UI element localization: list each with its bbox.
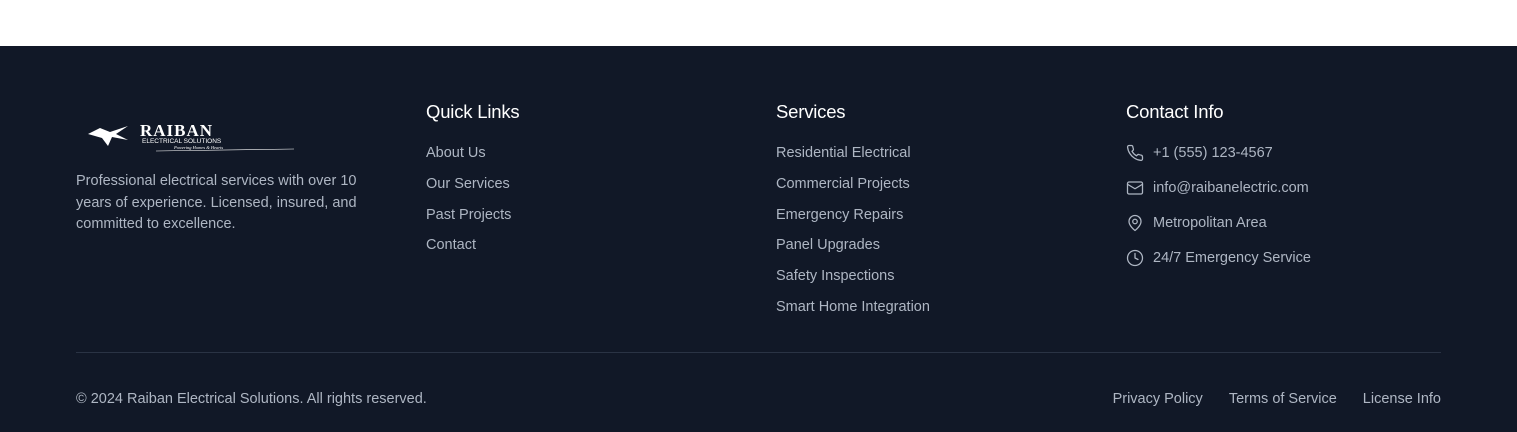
contact-phone: +1 (555) 123-4567	[1126, 143, 1311, 178]
services-list: Residential Electrical Commercial Projec…	[776, 143, 930, 328]
mail-icon	[1126, 179, 1144, 197]
quick-link-about-us[interactable]: About Us	[426, 143, 511, 174]
company-logo[interactable]: RAIBAN ELECTRICAL SOLUTIONS Powering Hom…	[86, 120, 296, 154]
copyright-text: © 2024 Raiban Electrical Solutions. All …	[76, 391, 427, 407]
service-link-smart-home[interactable]: Smart Home Integration	[776, 297, 930, 328]
page-top-area	[0, 0, 1517, 46]
service-link-commercial[interactable]: Commercial Projects	[776, 174, 930, 205]
terms-of-service-link[interactable]: Terms of Service	[1229, 391, 1337, 407]
service-link-emergency[interactable]: Emergency Repairs	[776, 205, 930, 236]
phone-icon	[1126, 144, 1144, 162]
footer-divider	[76, 352, 1441, 353]
services-heading: Services	[776, 101, 846, 122]
quick-link-our-services[interactable]: Our Services	[426, 174, 511, 205]
contact-email-text[interactable]: info@raibanelectric.com	[1153, 178, 1309, 198]
privacy-policy-link[interactable]: Privacy Policy	[1113, 391, 1203, 407]
service-link-panel-upgrades[interactable]: Panel Upgrades	[776, 235, 930, 266]
quick-link-past-projects[interactable]: Past Projects	[426, 205, 511, 236]
license-info-link[interactable]: License Info	[1363, 391, 1441, 407]
contact-hours: 24/7 Emergency Service	[1126, 248, 1311, 283]
contact-phone-text[interactable]: +1 (555) 123-4567	[1153, 143, 1273, 163]
legal-links: Privacy Policy Terms of Service License …	[1113, 391, 1441, 407]
contact-list: +1 (555) 123-4567 info@raibanelectric.co…	[1126, 143, 1311, 283]
quick-links-heading: Quick Links	[426, 101, 520, 122]
svg-text:ELECTRICAL SOLUTIONS: ELECTRICAL SOLUTIONS	[142, 138, 222, 145]
contact-location-text: Metropolitan Area	[1153, 215, 1267, 231]
svg-text:Powering Homes & Hearts: Powering Homes & Hearts	[173, 145, 223, 150]
contact-email: info@raibanelectric.com	[1126, 178, 1311, 213]
service-link-residential[interactable]: Residential Electrical	[776, 143, 930, 174]
company-tagline: Professional electrical services with ov…	[76, 173, 357, 232]
site-footer: RAIBAN ELECTRICAL SOLUTIONS Powering Hom…	[0, 46, 1517, 432]
contact-hours-text: 24/7 Emergency Service	[1153, 250, 1311, 266]
contact-heading: Contact Info	[1126, 101, 1224, 122]
contact-location: Metropolitan Area	[1126, 213, 1311, 248]
clock-icon	[1126, 249, 1144, 267]
map-pin-icon	[1126, 214, 1144, 232]
quick-link-contact[interactable]: Contact	[426, 235, 511, 266]
service-link-safety[interactable]: Safety Inspections	[776, 266, 930, 297]
quick-links-list: About Us Our Services Past Projects Cont…	[426, 143, 511, 266]
raiban-logo-icon: RAIBAN ELECTRICAL SOLUTIONS Powering Hom…	[88, 121, 295, 152]
